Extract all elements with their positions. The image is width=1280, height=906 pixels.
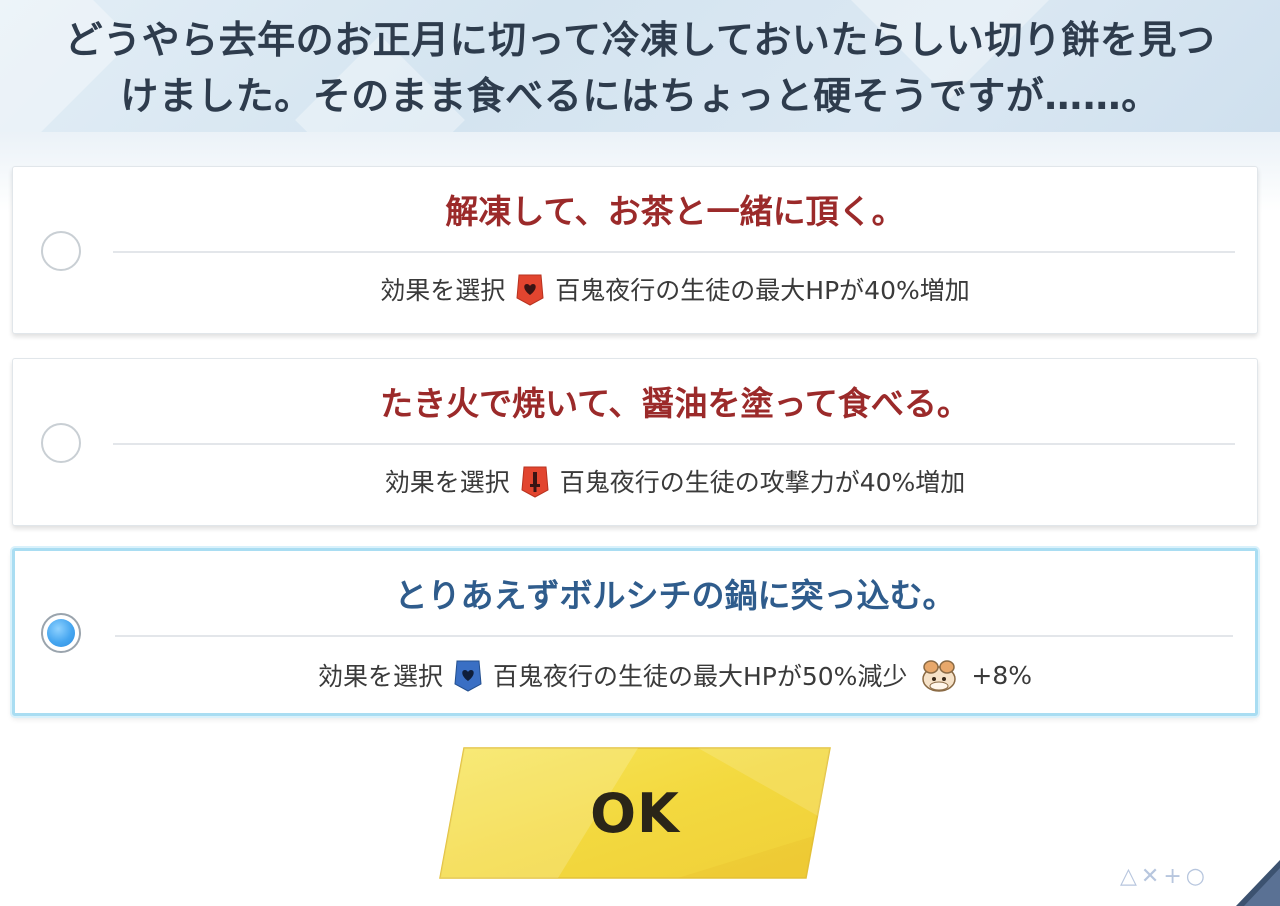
choice-title: とりあえずボルシチの鍋に突っ込む。 [394, 576, 956, 615]
radio-button[interactable] [41, 423, 81, 463]
bonus-text: +8% [971, 660, 1033, 690]
footer-symbols: △✕+○ [1120, 864, 1209, 889]
ok-button[interactable]: OK [438, 746, 832, 880]
effect-text: 百鬼夜行の生徒の攻撃力が40%増加 [559, 468, 966, 497]
choice-option-3[interactable]: とりあえずボルシチの鍋に突っ込む。 効果を選択 百鬼夜行の生徒の最大HPが50%… [12, 548, 1258, 716]
choice-title: 解凍して、お茶と一緒に頂く。 [445, 192, 905, 231]
radio-button[interactable] [41, 231, 81, 271]
divider [113, 251, 1235, 253]
effect-text: 百鬼夜行の生徒の最大HPが40%増加 [555, 276, 970, 305]
event-description-line-1: どうやら去年のお正月に切って冷凍しておいたらしい切り餅を見つ [64, 18, 1216, 62]
ok-button-label: OK [590, 782, 680, 845]
divider [113, 443, 1235, 445]
attack-badge-icon [521, 466, 549, 498]
event-description: どうやら去年のお正月に切って冷凍しておいたらしい切り餅を見つ けました。そのまま… [0, 12, 1280, 124]
effect-label: 効果を選択 [317, 662, 443, 691]
creature-icon [922, 660, 957, 692]
radio-selected-dot [47, 619, 75, 647]
effect-text: 百鬼夜行の生徒の最大HPが50%減少 [492, 662, 908, 691]
choice-effect: 効果を選択 百鬼夜行の生徒の最大HPが40%増加 [113, 271, 1237, 307]
choice-option-1[interactable]: 解凍して、お茶と一緒に頂く。 効果を選択 百鬼夜行の生徒の最大HPが40%増加 [12, 166, 1258, 334]
event-description-line-2: けました。そのまま食べるにはちょっと硬そうですが……。 [120, 74, 1160, 118]
choice-option-2[interactable]: たき火で焼いて、醤油を塗って食べる。 効果を選択 百鬼夜行の生徒の攻撃力が40%… [12, 358, 1258, 526]
radio-button-selected[interactable] [41, 613, 81, 653]
heart-badge-icon [516, 274, 544, 306]
heart-down-badge-icon [454, 660, 482, 692]
choice-title: たき火で焼いて、醤油を塗って食べる。 [380, 384, 970, 423]
effect-label: 効果を選択 [380, 276, 506, 305]
effect-label: 効果を選択 [384, 468, 510, 497]
choice-effect: 効果を選択 百鬼夜行の生徒の攻撃力が40%増加 [113, 463, 1237, 499]
dialog-header: どうやら去年のお正月に切って冷凍しておいたらしい切り餅を見つ けました。そのまま… [0, 0, 1280, 132]
divider [115, 635, 1233, 637]
choice-effect: 効果を選択 百鬼夜行の生徒の最大HPが50%減少 +8% [115, 655, 1235, 695]
corner-decoration [1236, 860, 1280, 906]
